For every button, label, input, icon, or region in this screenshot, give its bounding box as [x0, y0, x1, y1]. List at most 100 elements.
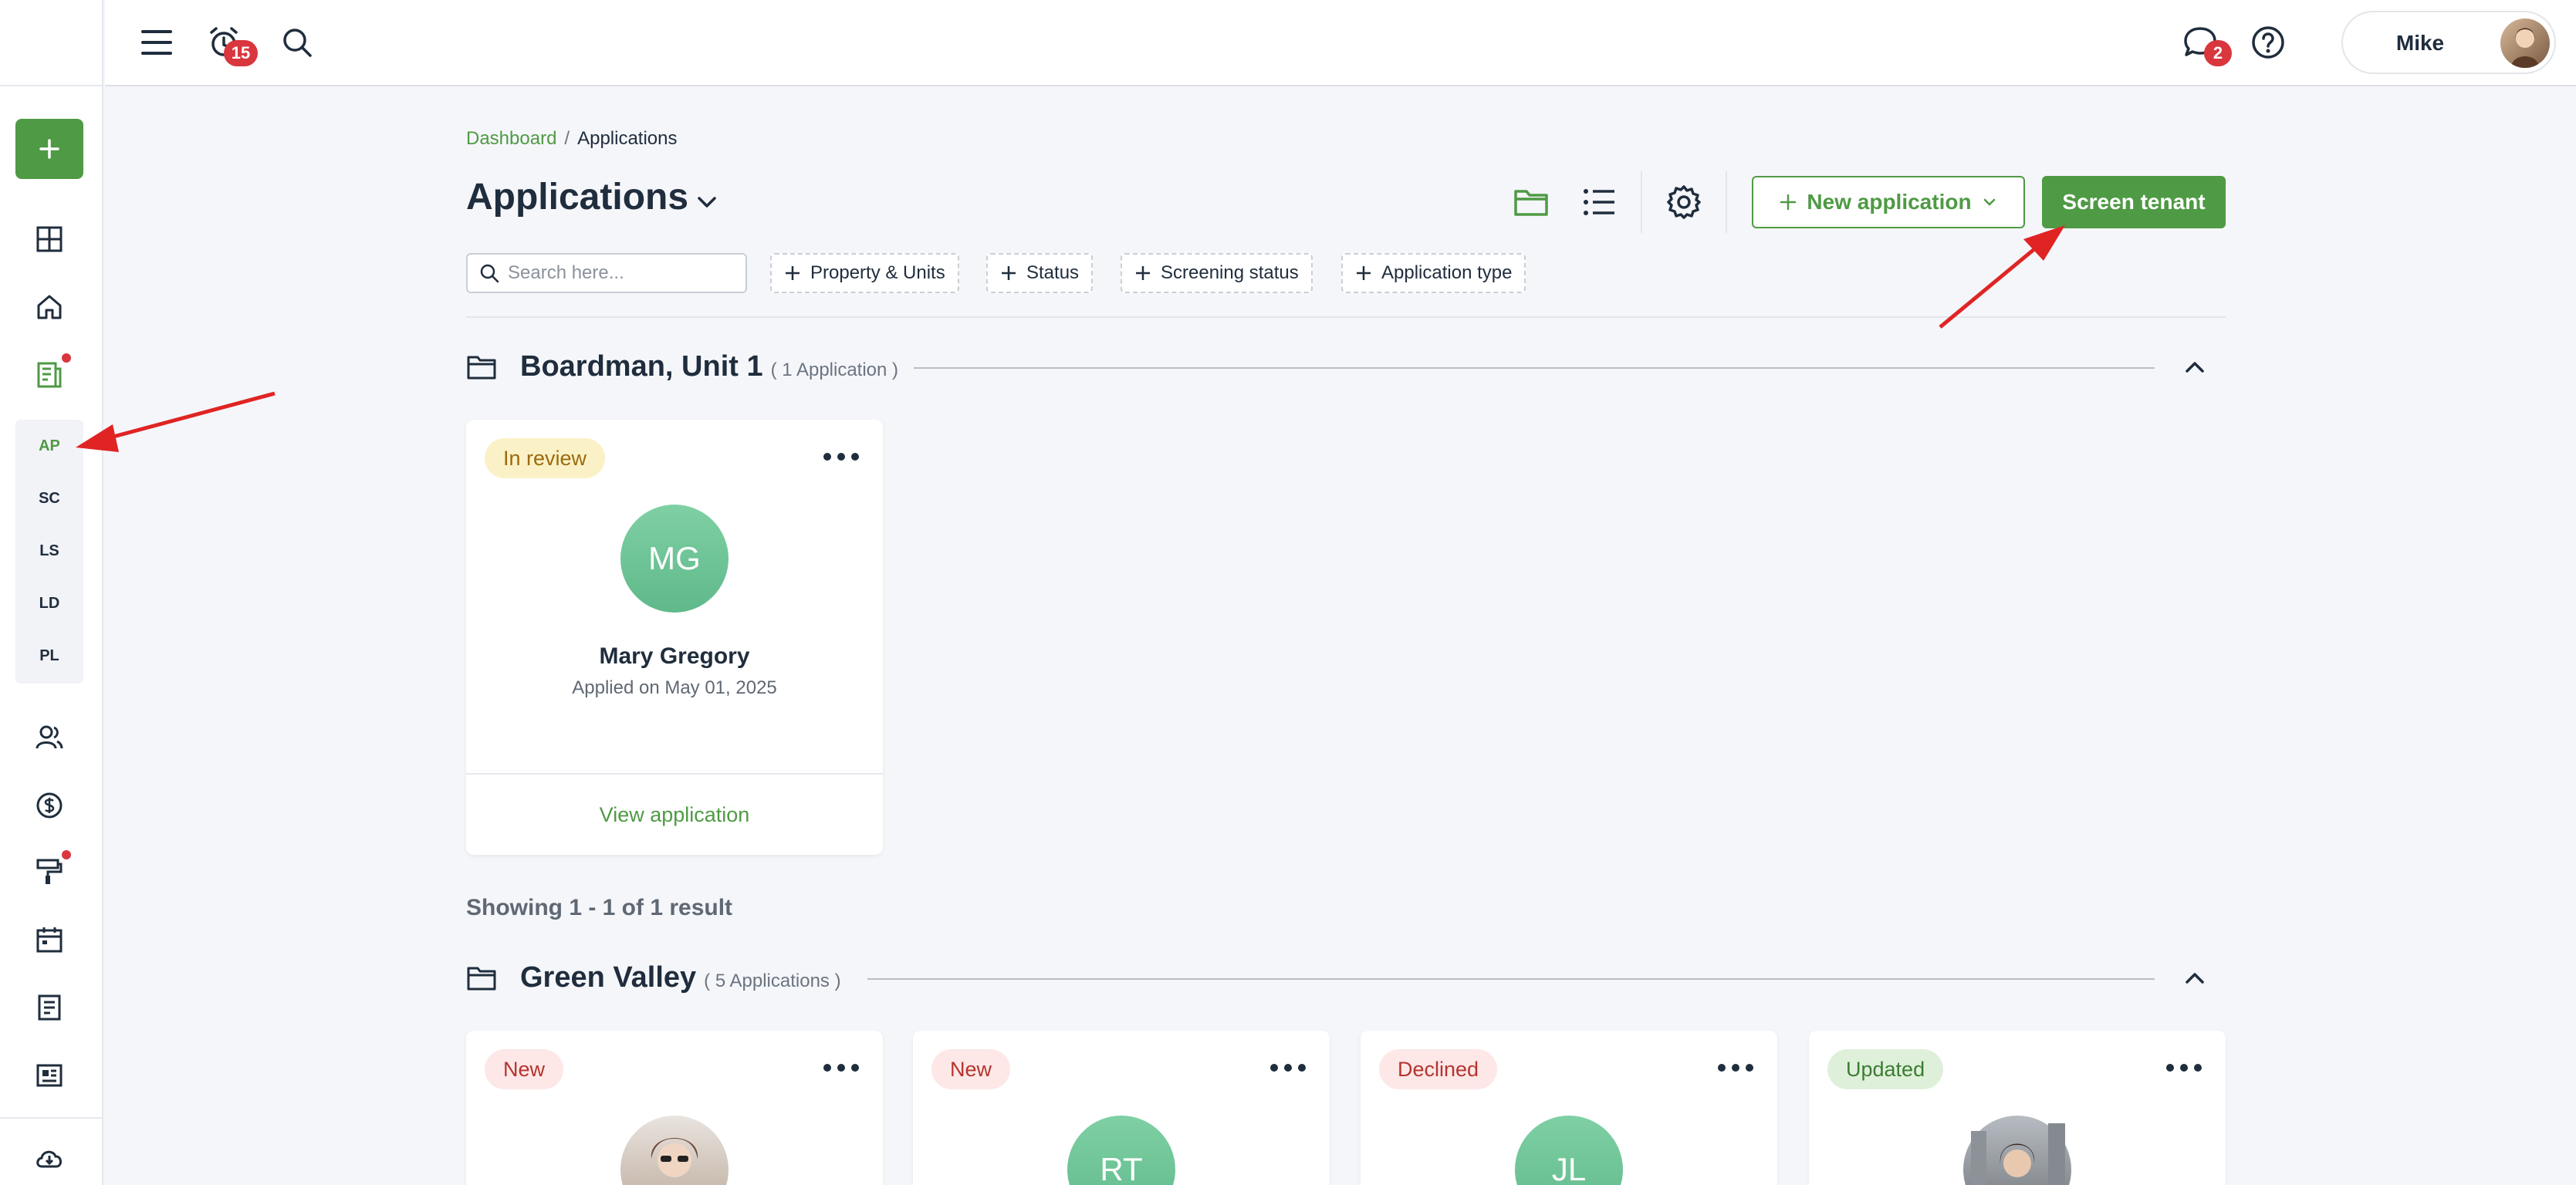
- applicant-avatar: JL: [1515, 1116, 1623, 1185]
- plus-icon: [39, 139, 59, 159]
- people-icon: [35, 725, 63, 749]
- applicant-photo-icon: [651, 1138, 698, 1177]
- gear-icon: [1667, 185, 1701, 219]
- folder-view-button[interactable]: [1509, 181, 1553, 224]
- top-bar: 15 2: [105, 0, 2576, 86]
- chat-badge: 2: [2204, 40, 2232, 66]
- toolbar-divider: [1726, 171, 1727, 233]
- sub-item-listings[interactable]: PL: [15, 640, 83, 671]
- new-application-button[interactable]: New application: [1752, 176, 2025, 228]
- sidebar-item-reports[interactable]: [29, 988, 69, 1028]
- user-name: Mike: [2395, 31, 2445, 55]
- dashboard-icon: [36, 226, 63, 252]
- more-options-icon[interactable]: [823, 449, 860, 464]
- screen-tenant-button[interactable]: Screen tenant: [2042, 176, 2226, 228]
- application-card: Declined JL: [1361, 1031, 1777, 1185]
- breadcrumb-separator: /: [564, 128, 570, 149]
- settings-button[interactable]: [1662, 181, 1706, 224]
- status-badge: In review: [485, 438, 606, 478]
- arrow-to-ap: [76, 391, 276, 452]
- filter-label: Application type: [1381, 262, 1513, 283]
- hamburger-menu-button[interactable]: [136, 22, 177, 63]
- toolbar-divider: [1641, 171, 1642, 233]
- group-title: Green Valley ( 5 Applications ): [520, 961, 841, 994]
- plus-icon: [1002, 266, 1016, 280]
- status-badge: New: [485, 1049, 564, 1089]
- plus-icon: [1136, 266, 1150, 280]
- application-card: New: [466, 1031, 883, 1185]
- folder-icon: [467, 967, 496, 991]
- quick-add-button[interactable]: [15, 119, 83, 179]
- status-badge: Updated: [1827, 1049, 1944, 1089]
- sidebar-item-properties[interactable]: [29, 287, 69, 327]
- group-header-boardman: Boardman, Unit 1 ( 1 Application ): [466, 344, 2226, 390]
- applicant-photo-icon: [1971, 1123, 2065, 1185]
- applicant-avatar: [1963, 1116, 2071, 1185]
- filter-application-type[interactable]: Application type: [1341, 253, 1526, 293]
- plus-icon: [1780, 194, 1797, 211]
- page-title[interactable]: Applications: [466, 176, 688, 218]
- view-application-link[interactable]: View application: [466, 773, 883, 855]
- plus-icon: [1357, 266, 1371, 280]
- group-title: Boardman, Unit 1 ( 1 Application ): [520, 350, 898, 383]
- sidebar-divider: [0, 1117, 103, 1119]
- sidebar-item-communications[interactable]: [29, 1055, 69, 1096]
- list-view-button[interactable]: [1577, 181, 1621, 224]
- new-application-label: New application: [1807, 190, 1972, 214]
- report-icon: [38, 994, 61, 1021]
- filter-status[interactable]: Status: [986, 253, 1094, 293]
- group-count: ( 1 Application ): [770, 360, 899, 380]
- sidebar-item-people[interactable]: [29, 717, 69, 758]
- application-card: New RT: [913, 1031, 1330, 1185]
- search-button[interactable]: [276, 22, 318, 63]
- sub-item-leases[interactable]: LS: [15, 535, 83, 566]
- filter-label: Status: [1026, 262, 1080, 283]
- search-input[interactable]: [508, 262, 732, 284]
- alarm-badge: 15: [224, 40, 258, 66]
- group-header-green-valley: Green Valley ( 5 Applications ): [466, 955, 2226, 1001]
- breadcrumb-current: Applications: [577, 128, 678, 149]
- section-divider: [466, 316, 2226, 318]
- dollar-icon: [36, 792, 63, 819]
- breadcrumb-dashboard-link[interactable]: Dashboard: [466, 128, 556, 149]
- sidebar-logo-area: [0, 0, 102, 86]
- sidebar-item-dashboard[interactable]: [29, 219, 69, 259]
- search-field[interactable]: [466, 253, 747, 293]
- sidebar-item-download[interactable]: [29, 1139, 69, 1179]
- filter-property-units[interactable]: Property & Units: [770, 253, 959, 293]
- plus-icon: [786, 266, 800, 280]
- search-icon: [480, 264, 499, 283]
- list-icon: [1584, 189, 1614, 215]
- application-card: In review MG Mary Gregory Applied on May…: [466, 420, 883, 855]
- search-icon: [283, 29, 312, 57]
- sidebar-item-calendar[interactable]: [29, 920, 69, 960]
- chevron-up-icon[interactable]: [2182, 966, 2207, 991]
- news-icon: [36, 1064, 63, 1087]
- user-menu-button[interactable]: Mike: [2341, 11, 2556, 74]
- applicant-avatar: RT: [1067, 1116, 1175, 1185]
- chevron-up-icon[interactable]: [2182, 355, 2207, 380]
- filter-label: Screening status: [1161, 262, 1299, 283]
- applicant-avatar: [620, 1116, 729, 1185]
- applied-date: Applied on May 01, 2025: [572, 677, 777, 698]
- sub-item-screening[interactable]: SC: [15, 483, 83, 514]
- sub-item-applications[interactable]: AP: [15, 430, 83, 461]
- help-button[interactable]: [2247, 22, 2289, 63]
- filter-screening-status[interactable]: Screening status: [1121, 253, 1313, 293]
- more-options-icon[interactable]: [1269, 1060, 1307, 1075]
- breadcrumb: Dashboard / Applications: [466, 128, 678, 150]
- group-name: Green Valley: [520, 961, 697, 994]
- more-options-icon[interactable]: [823, 1060, 860, 1075]
- sub-item-leads[interactable]: LD: [15, 588, 83, 619]
- group-count: ( 5 Applications ): [704, 971, 841, 991]
- filter-label: Property & Units: [810, 262, 945, 283]
- status-badge: New: [931, 1049, 1011, 1089]
- chevron-down-icon[interactable]: [695, 190, 719, 214]
- more-options-icon[interactable]: [2165, 1060, 2202, 1075]
- document-icon: [37, 362, 62, 388]
- folder-icon: [1514, 190, 1548, 216]
- leasing-sub-menu: AP SC LS LD PL: [15, 420, 83, 684]
- chevron-down-icon: [1983, 198, 1995, 206]
- more-options-icon[interactable]: [1717, 1060, 1754, 1075]
- sidebar-item-accounting[interactable]: [29, 785, 69, 825]
